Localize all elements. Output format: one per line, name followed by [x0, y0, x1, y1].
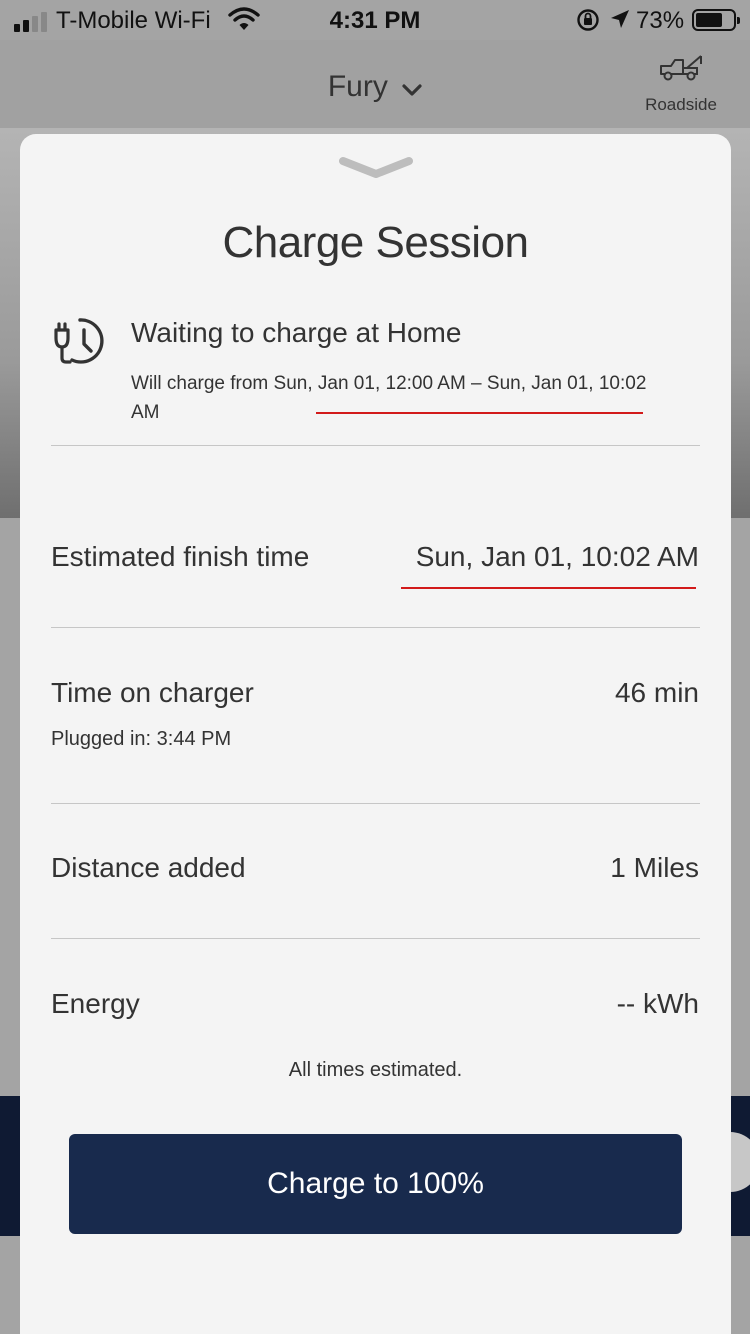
charge-window-text: Will charge from Sun, Jan 01, 12:00 AM –…	[131, 373, 647, 423]
distance-added-value: 1 Miles	[610, 852, 699, 883]
battery-icon	[692, 9, 740, 31]
divider	[51, 938, 700, 939]
estimate-note: All times estimated.	[288, 1059, 463, 1081]
energy-value: -- kWh	[616, 988, 699, 1019]
highlight-underline	[401, 587, 696, 589]
time-on-charger-value: 46 min	[614, 677, 699, 708]
charge-to-100-button[interactable]: Charge to 100%	[69, 1134, 682, 1234]
tow-truck-icon	[657, 55, 705, 88]
divider	[51, 627, 700, 628]
charge-status-title: Waiting to charge at Home	[131, 317, 462, 348]
roadside-label: Roadside	[645, 95, 717, 114]
estimated-finish-value: Sun, Jan 01, 10:02 AM	[415, 541, 699, 572]
energy-label: Energy	[51, 988, 140, 1019]
plug-clock-icon	[50, 314, 110, 375]
status-bar: T-Mobile Wi-Fi 4:31 PM 73%	[0, 0, 750, 40]
estimated-finish-label: Estimated finish time	[51, 541, 310, 572]
location-arrow-icon	[609, 8, 631, 37]
distance-added-label: Distance added	[51, 852, 246, 883]
plugged-in-time: Plugged in: 3:44 PM	[51, 728, 232, 750]
divider	[51, 803, 700, 804]
time-on-charger-label: Time on charger	[51, 677, 254, 708]
highlight-underline	[316, 412, 643, 414]
vehicle-name: Fury	[327, 70, 388, 103]
page-title: Charge Session	[222, 218, 529, 267]
chevron-down-icon	[402, 71, 422, 105]
sheet-dismiss-handle-icon[interactable]	[338, 154, 414, 189]
divider	[51, 445, 700, 446]
battery-percentage: 73%	[636, 7, 685, 34]
roadside-button[interactable]: Roadside	[636, 54, 726, 115]
rotation-lock-icon	[576, 8, 600, 39]
charge-session-sheet: Charge Session Waiting to charge at Home…	[20, 134, 731, 1334]
